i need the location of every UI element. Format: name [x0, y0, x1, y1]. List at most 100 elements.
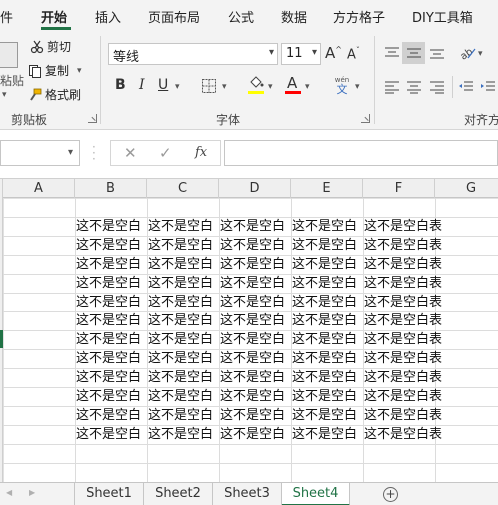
copy-button[interactable]: 复制 ▾	[28, 62, 82, 79]
align-bottom-icon[interactable]	[429, 46, 445, 60]
cell-value[interactable]: 这不是空白	[148, 294, 219, 312]
column-header-e[interactable]: E	[291, 179, 363, 198]
shrink-font-button[interactable]: Aˇ	[347, 46, 360, 62]
font-name-select[interactable]: 等线 ▾	[108, 43, 278, 65]
cell-value[interactable]: 这不是空白	[292, 294, 363, 312]
cell-value[interactable]: 这不是空白	[76, 275, 147, 293]
add-sheet-button[interactable]: +	[383, 487, 398, 502]
cell-value[interactable]: 这不是空白	[220, 350, 291, 368]
cell-value[interactable]: 这不是空白表	[364, 237, 464, 255]
sheet-tab-sheet4[interactable]: Sheet4	[282, 483, 350, 505]
cell-value[interactable]: 这不是空白表	[364, 331, 464, 349]
cell-value[interactable]: 这不是空白	[220, 275, 291, 293]
fill-color-dropdown-icon[interactable]: ▾	[268, 82, 273, 92]
align-left-icon[interactable]	[384, 80, 400, 94]
cell-value[interactable]: 这不是空白	[148, 275, 219, 293]
copy-dropdown-icon[interactable]: ▾	[77, 66, 82, 76]
cell-value[interactable]: 这不是空白	[76, 388, 147, 406]
cell-value[interactable]: 这不是空白	[148, 369, 219, 387]
align-right-icon[interactable]	[429, 80, 445, 94]
cell-value[interactable]: 这不是空白表	[364, 312, 464, 330]
cell-value[interactable]: 这不是空白	[292, 331, 363, 349]
increase-indent-icon[interactable]	[480, 80, 496, 94]
paste-label[interactable]: 粘贴	[0, 72, 24, 89]
cell-value[interactable]: 这不是空白	[148, 256, 219, 274]
column-header-c[interactable]: C	[147, 179, 219, 198]
cell-value[interactable]: 这不是空白	[76, 369, 147, 387]
cell-value[interactable]: 这不是空白表	[364, 388, 464, 406]
cell-value[interactable]: 这不是空白	[148, 407, 219, 425]
bold-button[interactable]: B	[115, 77, 126, 93]
cell-value[interactable]: 这不是空白	[76, 218, 147, 236]
cell-value[interactable]: 这不是空白表	[364, 407, 464, 425]
cell-value[interactable]: 这不是空白	[148, 312, 219, 330]
cell-value[interactable]: 这不是空白	[220, 426, 291, 444]
cell-value[interactable]: 这不是空白	[220, 256, 291, 274]
cell-value[interactable]: 这不是空白	[220, 237, 291, 255]
scroll-left-icon[interactable]: ◀	[6, 488, 12, 497]
tab-fangfang-gezi[interactable]: 方方格子	[333, 7, 385, 26]
tab-file[interactable]: 件	[0, 7, 13, 26]
cell-value[interactable]: 这不是空白	[220, 294, 291, 312]
cell-value[interactable]: 这不是空白	[148, 237, 219, 255]
cell-value[interactable]: 这不是空白	[292, 275, 363, 293]
tab-data[interactable]: 数据	[281, 7, 307, 26]
borders-dropdown-icon[interactable]: ▾	[222, 82, 227, 92]
cell-value[interactable]: 这不是空白	[292, 426, 363, 444]
column-header-f[interactable]: F	[363, 179, 435, 198]
cell-value[interactable]: 这不是空白	[292, 407, 363, 425]
paste-icon[interactable]	[0, 42, 18, 68]
column-header-b[interactable]: B	[75, 179, 147, 198]
sheet-tab-sheet2[interactable]: Sheet2	[144, 483, 213, 505]
cut-button[interactable]: 剪切	[30, 38, 71, 55]
cell-value[interactable]: 这不是空白	[148, 426, 219, 444]
underline-dropdown-icon[interactable]: ▾	[175, 82, 180, 92]
cell-value[interactable]: 这不是空白	[220, 388, 291, 406]
cell-value[interactable]: 这不是空白	[292, 256, 363, 274]
paste-dropdown-icon[interactable]: ▾	[2, 90, 7, 100]
drag-handle-icon[interactable]: · · ·	[92, 141, 96, 165]
cell-value[interactable]: 这不是空白表	[364, 369, 464, 387]
cell-value[interactable]: 这不是空白	[292, 350, 363, 368]
tab-insert[interactable]: 插入	[95, 7, 121, 26]
sheet-tab-sheet1[interactable]: Sheet1	[74, 483, 144, 505]
scroll-right-icon[interactable]: ▶	[29, 488, 35, 497]
name-box[interactable]: ▾	[0, 140, 80, 166]
cell-value[interactable]: 这不是空白表	[364, 350, 464, 368]
cell-value[interactable]: 这不是空白	[292, 237, 363, 255]
font-color-button[interactable]: A	[287, 74, 297, 92]
align-center-icon[interactable]	[406, 80, 422, 94]
insert-function-button[interactable]: fx	[195, 145, 207, 160]
cell-value[interactable]: 这不是空白	[148, 350, 219, 368]
format-painter-button[interactable]: 格式刷	[28, 86, 81, 103]
clipboard-launcher-icon[interactable]	[88, 114, 97, 123]
cell-value[interactable]: 这不是空白	[220, 331, 291, 349]
cell-value[interactable]: 这不是空白	[148, 331, 219, 349]
fill-color-icon[interactable]	[247, 76, 265, 90]
cell-value[interactable]: 这不是空白	[148, 218, 219, 236]
orientation-icon[interactable]: ab	[458, 44, 476, 60]
grow-font-button[interactable]: A^	[325, 44, 342, 62]
tab-page-layout[interactable]: 页面布局	[148, 7, 200, 26]
cell-value[interactable]: 这不是空白	[292, 218, 363, 236]
cell-value[interactable]: 这不是空白	[292, 369, 363, 387]
column-header-g[interactable]: G	[435, 179, 498, 198]
column-header-d[interactable]: D	[219, 179, 291, 198]
tab-home[interactable]: 开始	[41, 7, 67, 26]
cell-value[interactable]: 这不是空白	[220, 369, 291, 387]
align-middle-button[interactable]	[402, 42, 425, 64]
cell-value[interactable]: 这不是空白	[220, 407, 291, 425]
cell-value[interactable]: 这不是空白表	[364, 426, 464, 444]
font-size-select[interactable]: 11 ▾	[281, 43, 321, 65]
decrease-indent-icon[interactable]	[458, 80, 474, 94]
cell-value[interactable]: 这不是空白	[76, 237, 147, 255]
phonetic-guide-button[interactable]: wén 文	[332, 76, 352, 95]
font-color-dropdown-icon[interactable]: ▾	[305, 82, 310, 92]
cell-value[interactable]: 这不是空白	[76, 426, 147, 444]
italic-button[interactable]: I	[139, 77, 145, 93]
cell-value[interactable]: 这不是空白	[76, 350, 147, 368]
cell-value[interactable]: 这不是空白表	[364, 294, 464, 312]
phonetic-dropdown-icon[interactable]: ▾	[355, 82, 360, 92]
column-header-a[interactable]: A	[3, 179, 75, 198]
tab-diy-toolbox[interactable]: DIY工具箱	[412, 7, 473, 26]
